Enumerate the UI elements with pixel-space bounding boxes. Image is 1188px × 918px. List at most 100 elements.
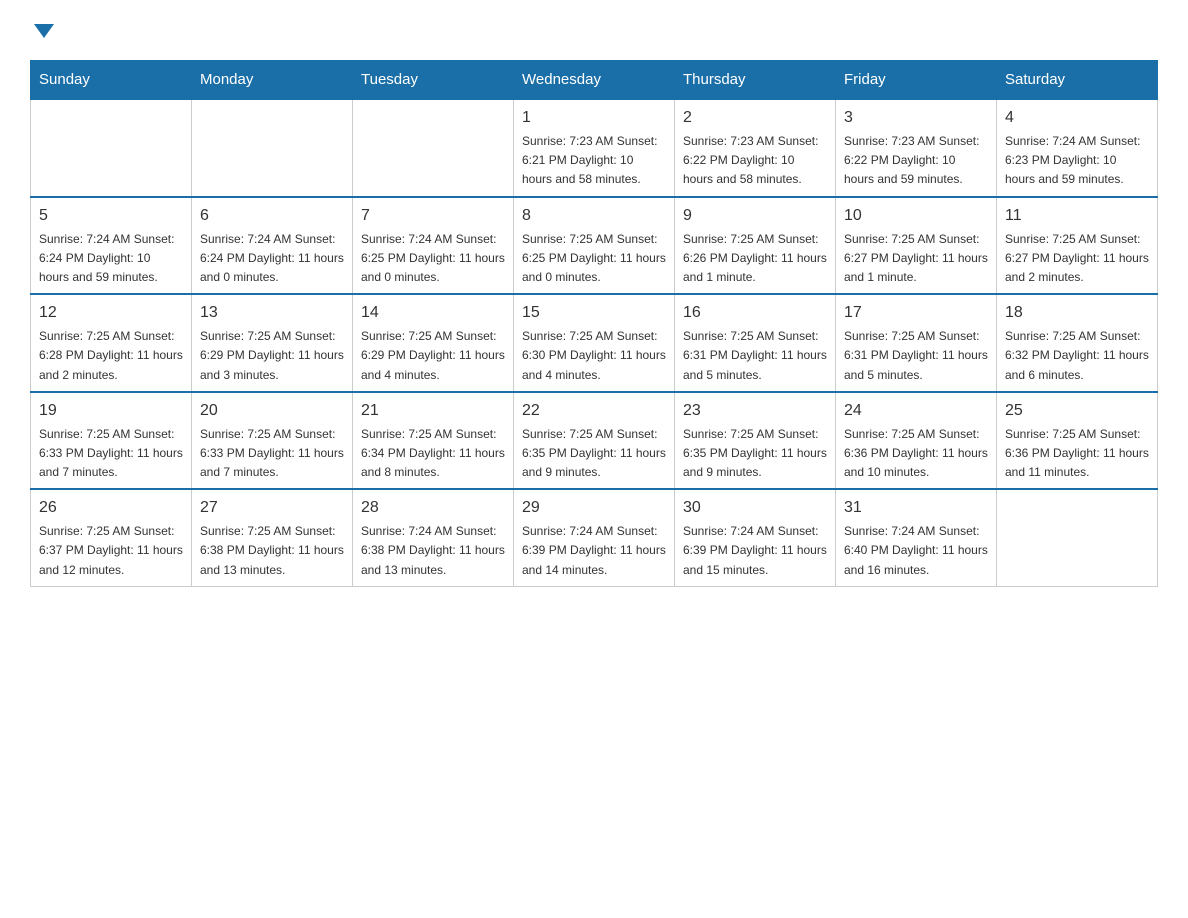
day-number: 6 xyxy=(200,204,344,228)
day-info: Sunrise: 7:24 AM Sunset: 6:25 PM Dayligh… xyxy=(361,230,505,288)
day-info: Sunrise: 7:25 AM Sunset: 6:25 PM Dayligh… xyxy=(522,230,666,288)
calendar-cell: 15Sunrise: 7:25 AM Sunset: 6:30 PM Dayli… xyxy=(514,294,675,392)
day-number: 3 xyxy=(844,106,988,130)
calendar-cell: 10Sunrise: 7:25 AM Sunset: 6:27 PM Dayli… xyxy=(836,197,997,295)
day-number: 19 xyxy=(39,399,183,423)
weekday-header-tuesday: Tuesday xyxy=(353,61,514,100)
calendar-cell xyxy=(192,99,353,197)
day-number: 12 xyxy=(39,301,183,325)
logo-arrow-icon xyxy=(34,24,54,38)
calendar-cell: 12Sunrise: 7:25 AM Sunset: 6:28 PM Dayli… xyxy=(31,294,192,392)
weekday-header-friday: Friday xyxy=(836,61,997,100)
calendar-cell: 25Sunrise: 7:25 AM Sunset: 6:36 PM Dayli… xyxy=(997,392,1158,490)
day-info: Sunrise: 7:24 AM Sunset: 6:24 PM Dayligh… xyxy=(200,230,344,288)
calendar-cell: 30Sunrise: 7:24 AM Sunset: 6:39 PM Dayli… xyxy=(675,489,836,586)
day-info: Sunrise: 7:25 AM Sunset: 6:31 PM Dayligh… xyxy=(844,327,988,385)
calendar-cell: 29Sunrise: 7:24 AM Sunset: 6:39 PM Dayli… xyxy=(514,489,675,586)
day-number: 27 xyxy=(200,496,344,520)
day-number: 13 xyxy=(200,301,344,325)
day-number: 20 xyxy=(200,399,344,423)
weekday-header-wednesday: Wednesday xyxy=(514,61,675,100)
day-info: Sunrise: 7:23 AM Sunset: 6:21 PM Dayligh… xyxy=(522,132,666,190)
day-number: 5 xyxy=(39,204,183,228)
day-info: Sunrise: 7:25 AM Sunset: 6:29 PM Dayligh… xyxy=(361,327,505,385)
day-number: 30 xyxy=(683,496,827,520)
day-info: Sunrise: 7:25 AM Sunset: 6:30 PM Dayligh… xyxy=(522,327,666,385)
day-info: Sunrise: 7:25 AM Sunset: 6:33 PM Dayligh… xyxy=(39,425,183,483)
day-number: 17 xyxy=(844,301,988,325)
calendar-table: SundayMondayTuesdayWednesdayThursdayFrid… xyxy=(30,60,1158,587)
calendar-cell: 17Sunrise: 7:25 AM Sunset: 6:31 PM Dayli… xyxy=(836,294,997,392)
day-info: Sunrise: 7:25 AM Sunset: 6:37 PM Dayligh… xyxy=(39,522,183,580)
day-number: 2 xyxy=(683,106,827,130)
day-number: 24 xyxy=(844,399,988,423)
day-number: 1 xyxy=(522,106,666,130)
calendar-week-2: 5Sunrise: 7:24 AM Sunset: 6:24 PM Daylig… xyxy=(31,197,1158,295)
calendar-cell: 28Sunrise: 7:24 AM Sunset: 6:38 PM Dayli… xyxy=(353,489,514,586)
day-info: Sunrise: 7:23 AM Sunset: 6:22 PM Dayligh… xyxy=(844,132,988,190)
day-info: Sunrise: 7:24 AM Sunset: 6:39 PM Dayligh… xyxy=(683,522,827,580)
day-info: Sunrise: 7:25 AM Sunset: 6:36 PM Dayligh… xyxy=(1005,425,1149,483)
calendar-cell: 23Sunrise: 7:25 AM Sunset: 6:35 PM Dayli… xyxy=(675,392,836,490)
calendar-cell: 18Sunrise: 7:25 AM Sunset: 6:32 PM Dayli… xyxy=(997,294,1158,392)
day-info: Sunrise: 7:24 AM Sunset: 6:23 PM Dayligh… xyxy=(1005,132,1149,190)
day-info: Sunrise: 7:25 AM Sunset: 6:26 PM Dayligh… xyxy=(683,230,827,288)
day-number: 28 xyxy=(361,496,505,520)
day-info: Sunrise: 7:25 AM Sunset: 6:29 PM Dayligh… xyxy=(200,327,344,385)
day-number: 9 xyxy=(683,204,827,228)
day-info: Sunrise: 7:25 AM Sunset: 6:31 PM Dayligh… xyxy=(683,327,827,385)
calendar-week-4: 19Sunrise: 7:25 AM Sunset: 6:33 PM Dayli… xyxy=(31,392,1158,490)
day-number: 8 xyxy=(522,204,666,228)
calendar-cell: 19Sunrise: 7:25 AM Sunset: 6:33 PM Dayli… xyxy=(31,392,192,490)
day-info: Sunrise: 7:24 AM Sunset: 6:38 PM Dayligh… xyxy=(361,522,505,580)
day-info: Sunrise: 7:25 AM Sunset: 6:35 PM Dayligh… xyxy=(522,425,666,483)
calendar-cell: 8Sunrise: 7:25 AM Sunset: 6:25 PM Daylig… xyxy=(514,197,675,295)
logo xyxy=(30,20,54,40)
calendar-cell: 14Sunrise: 7:25 AM Sunset: 6:29 PM Dayli… xyxy=(353,294,514,392)
day-info: Sunrise: 7:25 AM Sunset: 6:28 PM Dayligh… xyxy=(39,327,183,385)
calendar-cell: 27Sunrise: 7:25 AM Sunset: 6:38 PM Dayli… xyxy=(192,489,353,586)
calendar-cell: 6Sunrise: 7:24 AM Sunset: 6:24 PM Daylig… xyxy=(192,197,353,295)
day-number: 11 xyxy=(1005,204,1149,228)
weekday-header-monday: Monday xyxy=(192,61,353,100)
calendar-cell: 21Sunrise: 7:25 AM Sunset: 6:34 PM Dayli… xyxy=(353,392,514,490)
weekday-header-thursday: Thursday xyxy=(675,61,836,100)
day-info: Sunrise: 7:25 AM Sunset: 6:32 PM Dayligh… xyxy=(1005,327,1149,385)
calendar-cell: 3Sunrise: 7:23 AM Sunset: 6:22 PM Daylig… xyxy=(836,99,997,197)
day-info: Sunrise: 7:24 AM Sunset: 6:40 PM Dayligh… xyxy=(844,522,988,580)
calendar-cell: 7Sunrise: 7:24 AM Sunset: 6:25 PM Daylig… xyxy=(353,197,514,295)
calendar-cell: 1Sunrise: 7:23 AM Sunset: 6:21 PM Daylig… xyxy=(514,99,675,197)
day-number: 10 xyxy=(844,204,988,228)
day-info: Sunrise: 7:24 AM Sunset: 6:24 PM Dayligh… xyxy=(39,230,183,288)
day-info: Sunrise: 7:25 AM Sunset: 6:38 PM Dayligh… xyxy=(200,522,344,580)
day-number: 21 xyxy=(361,399,505,423)
day-number: 15 xyxy=(522,301,666,325)
calendar-week-1: 1Sunrise: 7:23 AM Sunset: 6:21 PM Daylig… xyxy=(31,99,1158,197)
day-number: 7 xyxy=(361,204,505,228)
calendar-cell: 31Sunrise: 7:24 AM Sunset: 6:40 PM Dayli… xyxy=(836,489,997,586)
calendar-cell xyxy=(353,99,514,197)
calendar-cell: 9Sunrise: 7:25 AM Sunset: 6:26 PM Daylig… xyxy=(675,197,836,295)
day-number: 14 xyxy=(361,301,505,325)
day-info: Sunrise: 7:25 AM Sunset: 6:36 PM Dayligh… xyxy=(844,425,988,483)
day-info: Sunrise: 7:23 AM Sunset: 6:22 PM Dayligh… xyxy=(683,132,827,190)
calendar-cell: 11Sunrise: 7:25 AM Sunset: 6:27 PM Dayli… xyxy=(997,197,1158,295)
day-number: 4 xyxy=(1005,106,1149,130)
day-number: 26 xyxy=(39,496,183,520)
calendar-cell: 4Sunrise: 7:24 AM Sunset: 6:23 PM Daylig… xyxy=(997,99,1158,197)
page-header xyxy=(30,20,1158,40)
calendar-cell xyxy=(31,99,192,197)
day-number: 23 xyxy=(683,399,827,423)
day-info: Sunrise: 7:25 AM Sunset: 6:34 PM Dayligh… xyxy=(361,425,505,483)
day-info: Sunrise: 7:25 AM Sunset: 6:35 PM Dayligh… xyxy=(683,425,827,483)
calendar-cell: 13Sunrise: 7:25 AM Sunset: 6:29 PM Dayli… xyxy=(192,294,353,392)
day-number: 25 xyxy=(1005,399,1149,423)
calendar-cell: 2Sunrise: 7:23 AM Sunset: 6:22 PM Daylig… xyxy=(675,99,836,197)
day-info: Sunrise: 7:25 AM Sunset: 6:27 PM Dayligh… xyxy=(844,230,988,288)
day-number: 22 xyxy=(522,399,666,423)
day-number: 31 xyxy=(844,496,988,520)
calendar-cell: 24Sunrise: 7:25 AM Sunset: 6:36 PM Dayli… xyxy=(836,392,997,490)
calendar-cell: 26Sunrise: 7:25 AM Sunset: 6:37 PM Dayli… xyxy=(31,489,192,586)
day-number: 16 xyxy=(683,301,827,325)
day-number: 18 xyxy=(1005,301,1149,325)
